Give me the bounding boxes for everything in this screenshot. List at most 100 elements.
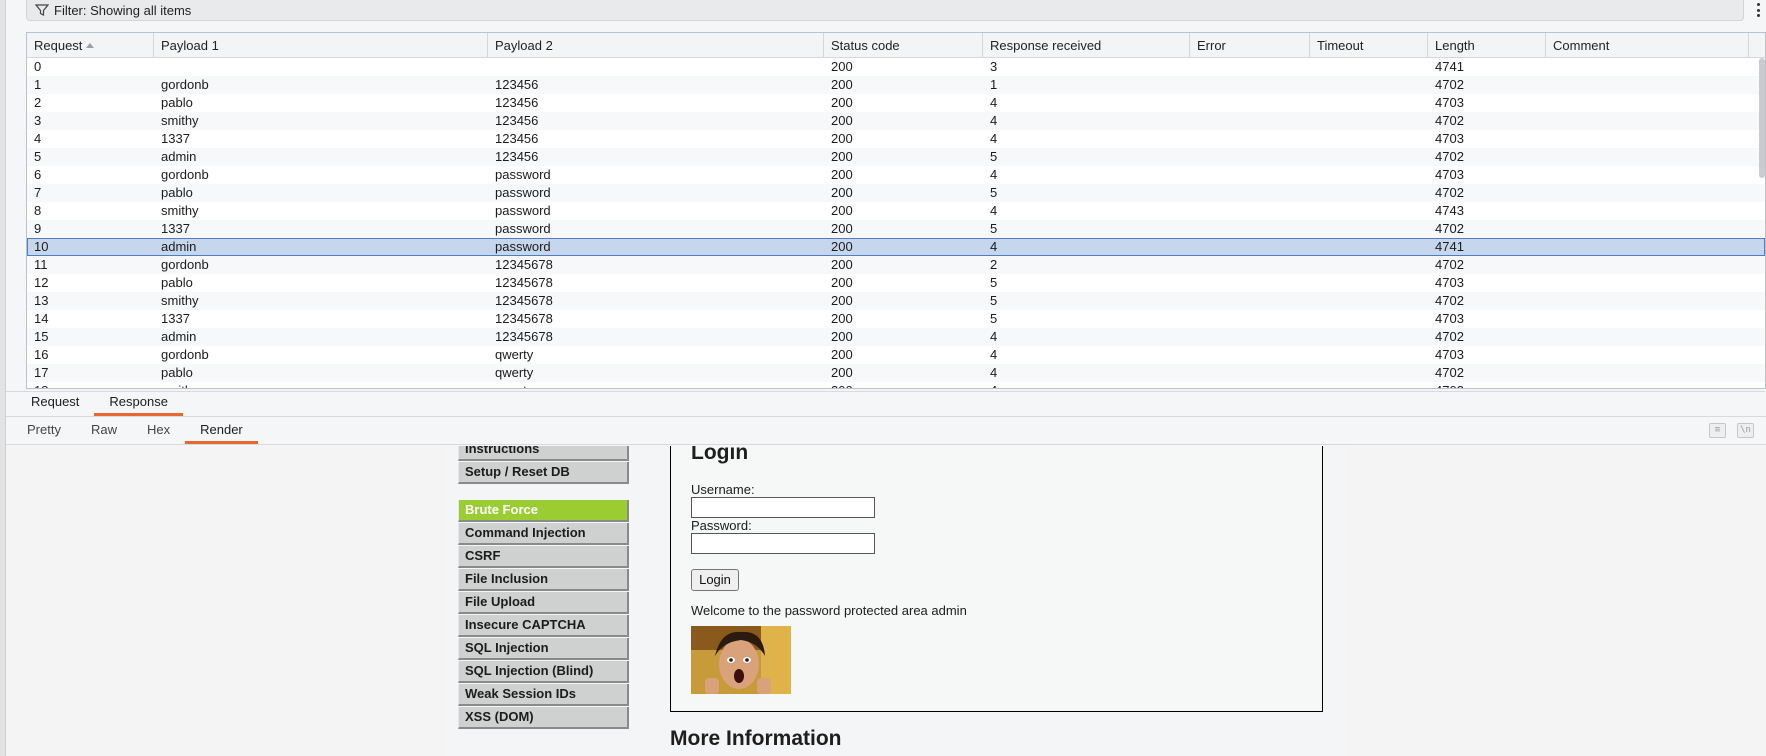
table-cell: 11 <box>34 257 48 272</box>
menu-item-file-inclusion[interactable]: File Inclusion <box>458 569 629 591</box>
newline-toggle-button[interactable]: \n <box>1737 423 1754 438</box>
table-cell <box>1546 130 1749 148</box>
table-row[interactable]: 6 gordonb password 200 4 4703 <box>27 166 1765 184</box>
login-box: Login Username: Password: Login Welcome … <box>670 446 1323 712</box>
username-input[interactable] <box>691 497 875 518</box>
table-cell <box>1190 148 1310 166</box>
table-row[interactable]: 1 gordonb 123456 200 1 4702 <box>27 76 1765 94</box>
user-avatar-image <box>691 626 791 694</box>
table-row[interactable]: 17 pablo qwerty 200 4 4702 <box>27 364 1765 382</box>
table-row[interactable]: 3 smithy 123456 200 4 4702 <box>27 112 1765 130</box>
table-cell: 200 <box>831 365 853 380</box>
table-row[interactable]: 15 admin 12345678 200 4 4702 <box>27 328 1765 346</box>
menu-item-insecure-captcha[interactable]: Insecure CAPTCHA <box>458 615 629 637</box>
view-tabs: Pretty Raw Hex Render ≡ \n <box>6 418 1766 445</box>
table-cell: password <box>495 203 551 218</box>
table-scrollbar[interactable] <box>1759 58 1765 178</box>
menu-item-weak-session-ids[interactable]: Weak Session IDs <box>458 684 629 706</box>
table-cell: 4 <box>990 203 998 218</box>
column-header-payload-1[interactable]: Payload 1 <box>154 33 488 58</box>
table-row[interactable]: 16 gordonb qwerty 200 4 4703 <box>27 346 1765 364</box>
table-row[interactable]: 0 200 3 4741 <box>27 58 1765 76</box>
table-cell <box>1310 328 1428 346</box>
table-cell <box>1310 382 1428 388</box>
login-button[interactable]: Login <box>691 569 739 591</box>
column-header-response-received[interactable]: Response received <box>983 33 1190 58</box>
menu-item-xss-dom[interactable]: XSS (DOM) <box>458 707 629 729</box>
column-header-error[interactable]: Error <box>1190 33 1310 58</box>
filter-bar[interactable]: Filter: Showing all items <box>26 0 1744 21</box>
tab-request[interactable]: Request <box>16 391 94 416</box>
table-cell: 200 <box>831 113 853 128</box>
table-row[interactable]: 9 1337 password 200 5 4702 <box>27 220 1765 238</box>
column-header-length[interactable]: Length <box>1428 33 1546 58</box>
table-row[interactable]: 11 gordonb 12345678 200 2 4702 <box>27 256 1765 274</box>
menu-item-command-injection[interactable]: Command Injection <box>458 523 629 545</box>
password-input[interactable] <box>691 533 875 554</box>
table-cell: 16 <box>34 347 49 362</box>
tab-render[interactable]: Render <box>185 418 258 444</box>
tab-pretty[interactable]: Pretty <box>12 418 76 444</box>
table-cell: 4 <box>990 347 998 362</box>
table-cell: 4702 <box>1435 149 1464 164</box>
tab-raw[interactable]: Raw <box>76 418 132 444</box>
menu-item-file-upload[interactable]: File Upload <box>458 592 629 614</box>
table-cell <box>1546 328 1749 346</box>
table-cell: password <box>495 167 551 182</box>
column-header-payload-2[interactable]: Payload 2 <box>488 33 824 58</box>
table-cell: 3 <box>34 113 42 128</box>
column-header-request[interactable]: Request <box>27 33 154 58</box>
table-cell: 200 <box>831 95 853 110</box>
table-cell: qwerty <box>495 347 534 362</box>
table-cell: 4 <box>990 239 998 254</box>
table-row[interactable]: 2 pablo 123456 200 4 4703 <box>27 94 1765 112</box>
table-row[interactable]: 5 admin 123456 200 5 4702 <box>27 148 1765 166</box>
menu-item-csrf[interactable]: CSRF <box>458 546 629 568</box>
table-cell <box>1190 58 1310 76</box>
table-cell <box>1190 130 1310 148</box>
welcome-message: Welcome to the password protected area a… <box>691 603 967 618</box>
table-cell: 200 <box>831 77 853 92</box>
table-cell <box>1310 58 1428 76</box>
table-cell <box>1546 382 1749 388</box>
menu-item-setup-reset-db[interactable]: Setup / Reset DB <box>458 462 629 484</box>
column-header-label: Status code <box>831 38 900 53</box>
tab-response[interactable]: Response <box>94 391 183 416</box>
column-header-label: Error <box>1197 38 1226 53</box>
table-row[interactable]: 13 smithy 12345678 200 5 4702 <box>27 292 1765 310</box>
column-header-comment[interactable]: Comment <box>1546 33 1749 58</box>
table-cell: 4 <box>983 382 1190 388</box>
table-row[interactable]: 18smithyqwerty2004 4703 <box>27 382 1765 388</box>
table-row[interactable]: 7 pablo password 200 5 4702 <box>27 184 1765 202</box>
table-cell: 3 <box>990 59 998 74</box>
table-cell: 4 <box>990 365 998 380</box>
table-cell: 12345678 <box>495 293 553 308</box>
table-row[interactable]: 10 admin password 200 4 4741 <box>27 238 1765 256</box>
menu-item-brute-force[interactable]: Brute Force <box>458 500 629 522</box>
table-row[interactable]: 8 smithy password 200 4 4743 <box>27 202 1765 220</box>
table-cell: 10 <box>34 239 49 254</box>
menu-item-sql-injection-blind[interactable]: SQL Injection (Blind) <box>458 661 629 683</box>
table-cell: admin <box>161 149 197 164</box>
table-cell <box>1190 166 1310 184</box>
menu-item-instructions[interactable]: Instructions <box>458 446 629 461</box>
table-cell <box>1546 112 1749 130</box>
table-cell: 5 <box>990 311 998 326</box>
table-cell: 1337 <box>161 221 190 236</box>
column-header-timeout[interactable]: Timeout <box>1310 33 1428 58</box>
column-header-label: Request <box>34 38 83 53</box>
table-cell: 4702 <box>1435 293 1464 308</box>
column-header-label: Comment <box>1553 38 1610 53</box>
table-cell: 8 <box>34 203 42 218</box>
menu-item-sql-injection[interactable]: SQL Injection <box>458 638 629 660</box>
more-options-icon[interactable] <box>1754 1 1762 19</box>
table-cell: 4741 <box>1435 59 1464 74</box>
table-row[interactable]: 4 1337 123456 200 4 4703 <box>27 130 1765 148</box>
table-cell <box>1190 184 1310 202</box>
table-row[interactable]: 14 1337 12345678 200 5 4703 <box>27 310 1765 328</box>
table-row[interactable]: 12 pablo 12345678 200 5 4703 <box>27 274 1765 292</box>
tab-hex[interactable]: Hex <box>132 418 185 444</box>
column-header-status-code[interactable]: Status code <box>824 33 983 58</box>
table-cell: 4703 <box>1435 131 1464 146</box>
word-wrap-icon[interactable]: ≡ <box>1709 423 1726 438</box>
